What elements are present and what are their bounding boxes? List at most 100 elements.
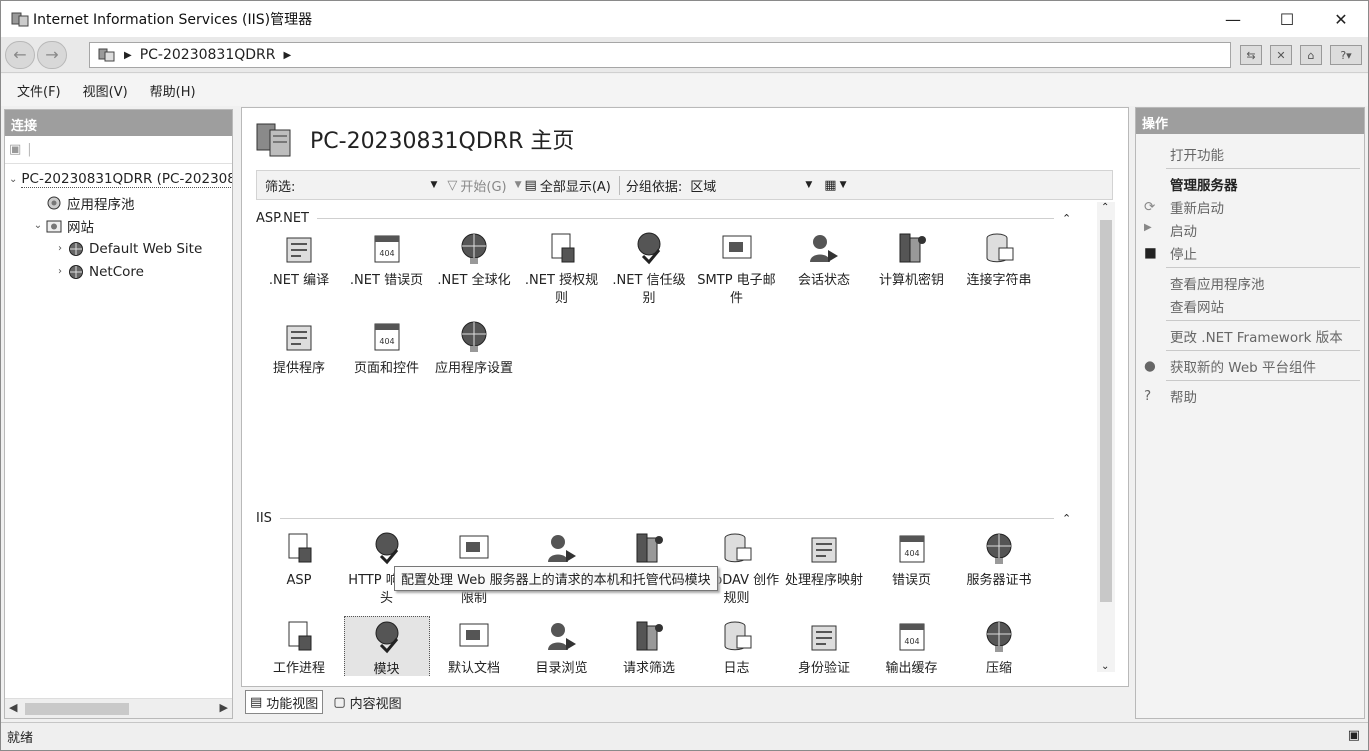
horizontal-scrollbar[interactable]: ◀ ▶ bbox=[5, 698, 232, 718]
scroll-right-icon[interactable]: ▶ bbox=[220, 701, 228, 714]
feature-item[interactable]: 服务器证书 bbox=[956, 528, 1042, 590]
view-app-pools-action[interactable]: 查看应用程序池 bbox=[1136, 271, 1364, 294]
view-tabs: ▤ 功能视图 ▢ 内容视图 bbox=[245, 690, 406, 714]
feature-icon bbox=[986, 533, 1012, 564]
tree-item[interactable]: › Default Web Site bbox=[5, 237, 232, 260]
get-components-action[interactable]: ● 获取新的 Web 平台组件 bbox=[1136, 354, 1364, 377]
feature-icon bbox=[288, 533, 312, 563]
dropdown-arrow-icon: ▼ bbox=[805, 180, 813, 190]
tree-item[interactable]: ⌄ PC-20230831QDRR (PC-20230831QDRR\Admini… bbox=[5, 168, 232, 191]
feature-icon bbox=[459, 623, 489, 647]
feature-item[interactable]: 计算机密钥 bbox=[869, 228, 955, 290]
change-framework-action[interactable]: 更改 .NET Framework 版本 bbox=[1136, 324, 1364, 347]
minimize-button[interactable]: — bbox=[1206, 1, 1260, 37]
feature-item[interactable]: 404 输出缓存 bbox=[869, 616, 955, 676]
feature-item[interactable]: 目录浏览 bbox=[519, 616, 605, 676]
feature-item[interactable]: 默认文档 bbox=[431, 616, 517, 676]
feature-item[interactable]: 提供程序 bbox=[256, 316, 342, 378]
menu-help[interactable]: 帮助(H) bbox=[150, 81, 196, 100]
feature-item[interactable]: .NET 编译 bbox=[256, 228, 342, 290]
feature-icon bbox=[288, 621, 312, 651]
vertical-scrollbar[interactable]: ⌃ ⌄ bbox=[1097, 202, 1115, 672]
feature-icon bbox=[637, 232, 661, 265]
toolbar-divider: | bbox=[27, 142, 32, 157]
close-button[interactable]: ✕ bbox=[1314, 1, 1368, 37]
group-by-select[interactable]: 区域 ▼ bbox=[686, 174, 816, 196]
tab-content-view[interactable]: ▢ 内容视图 bbox=[329, 690, 405, 714]
breadcrumb-separator-icon[interactable]: ▶ bbox=[284, 50, 292, 61]
feature-item[interactable]: 连接字符串 bbox=[956, 228, 1042, 290]
open-feature-action[interactable]: 打开功能 bbox=[1136, 142, 1364, 165]
chevron-down-icon[interactable]: ⌄ bbox=[9, 174, 17, 185]
menu-bar: 文件(F) 视图(V) 帮助(H) bbox=[1, 74, 1368, 106]
tree-item[interactable]: 应用程序池 bbox=[5, 191, 232, 214]
dropdown-arrow-icon[interactable]: ▼ bbox=[430, 180, 437, 190]
feature-item[interactable]: SMTP 电子邮件 bbox=[694, 228, 780, 308]
network-status-icon: ▣ bbox=[1347, 728, 1360, 743]
feature-item[interactable]: 工作进程 bbox=[256, 616, 342, 676]
status-bar: 就绪 ▣ bbox=[1, 722, 1368, 750]
section-iis[interactable]: IIS ⌃ bbox=[256, 508, 1076, 528]
connect-icon[interactable]: ⇆ bbox=[1240, 45, 1262, 65]
view-sites-action[interactable]: 查看网站 bbox=[1136, 294, 1364, 317]
feature-item[interactable]: .NET 信任级别 bbox=[606, 228, 692, 308]
manage-server-heading: 管理服务器 bbox=[1170, 177, 1238, 194]
view-mode-button[interactable]: ▦ ▼ bbox=[824, 178, 846, 193]
help-dropdown-icon[interactable]: ?▾ bbox=[1330, 45, 1362, 65]
stop-action[interactable]: ■ 停止 bbox=[1136, 241, 1364, 264]
feature-item[interactable]: .NET 授权规则 bbox=[519, 228, 605, 308]
start-filter-button[interactable]: ▽ 开始(G) bbox=[447, 176, 506, 195]
scroll-up-icon[interactable]: ⌃ bbox=[1101, 202, 1109, 213]
collapse-icon[interactable]: ⌃ bbox=[1062, 212, 1076, 225]
breadcrumb-server[interactable]: PC-20230831QDRR bbox=[140, 47, 276, 63]
home-icon[interactable]: ⌂ bbox=[1300, 45, 1322, 65]
tree-item[interactable]: › NetCore bbox=[5, 260, 232, 283]
scroll-thumb[interactable] bbox=[25, 703, 129, 715]
menu-view[interactable]: 视图(V) bbox=[83, 81, 128, 100]
feature-item[interactable]: 404 .NET 错误页 bbox=[344, 228, 430, 290]
feature-item[interactable]: 压缩 bbox=[956, 616, 1042, 676]
svg-text:404: 404 bbox=[904, 549, 919, 558]
tree-item[interactable]: ⌄ 网站 bbox=[5, 214, 232, 237]
start-action[interactable]: ▶ 启动 bbox=[1136, 218, 1364, 241]
actions-header: 操作 bbox=[1136, 108, 1364, 134]
section-aspnet[interactable]: ASP.NET ⌃ bbox=[256, 208, 1076, 228]
feature-icon bbox=[547, 623, 576, 650]
feature-item[interactable]: 处理程序映射 bbox=[781, 528, 867, 590]
feature-item[interactable]: 404 页面和控件 bbox=[344, 316, 430, 378]
feature-item[interactable]: 会话状态 bbox=[781, 228, 867, 290]
chevron-right-icon[interactable]: › bbox=[53, 243, 67, 254]
stop-icon[interactable]: ✕ bbox=[1270, 45, 1292, 65]
feature-item[interactable]: 请求筛选 bbox=[606, 616, 692, 676]
create-connection-icon[interactable]: ▣ bbox=[9, 142, 21, 157]
maximize-button[interactable]: ☐ bbox=[1260, 1, 1314, 37]
help-action[interactable]: ? 帮助 bbox=[1136, 384, 1364, 407]
restart-action[interactable]: ⟳ 重新启动 bbox=[1136, 195, 1364, 218]
menu-file[interactable]: 文件(F) bbox=[17, 81, 61, 100]
feature-label: 处理程序映射 bbox=[784, 573, 863, 588]
chevron-right-icon[interactable]: › bbox=[53, 266, 67, 277]
back-button[interactable]: ← bbox=[5, 40, 35, 69]
filter-label: 筛选: bbox=[265, 179, 296, 195]
collapse-icon[interactable]: ⌃ bbox=[1062, 512, 1076, 525]
scroll-down-icon[interactable]: ⌄ bbox=[1101, 661, 1109, 672]
filter-input[interactable]: ▼ bbox=[299, 174, 440, 196]
tab-features-view[interactable]: ▤ 功能视图 bbox=[245, 690, 324, 714]
forward-button[interactable]: → bbox=[37, 40, 67, 69]
feature-item[interactable]: 日志 bbox=[694, 616, 780, 676]
feature-item[interactable]: 应用程序设置 bbox=[431, 316, 517, 378]
scroll-thumb[interactable] bbox=[1100, 220, 1112, 602]
feature-item[interactable]: .NET 全球化 bbox=[431, 228, 517, 290]
chevron-down-icon[interactable]: ⌄ bbox=[31, 220, 45, 231]
feature-item[interactable]: ASP bbox=[256, 528, 342, 590]
feature-label: 服务器证书 bbox=[966, 573, 1032, 588]
feature-icon bbox=[724, 533, 751, 563]
sites-folder-icon bbox=[46, 220, 62, 232]
app-pool-icon bbox=[47, 196, 61, 209]
feature-item[interactable]: 身份验证 bbox=[781, 616, 867, 676]
address-field[interactable]: ▶ PC-20230831QDRR ▶ bbox=[89, 42, 1231, 68]
feature-item[interactable]: 404 错误页 bbox=[869, 528, 955, 590]
feature-item[interactable]: 模块 bbox=[343, 616, 430, 676]
scroll-left-icon[interactable]: ◀ bbox=[9, 701, 17, 714]
show-all-button[interactable]: ▼ ▤ 全部显示(A) bbox=[515, 176, 611, 195]
